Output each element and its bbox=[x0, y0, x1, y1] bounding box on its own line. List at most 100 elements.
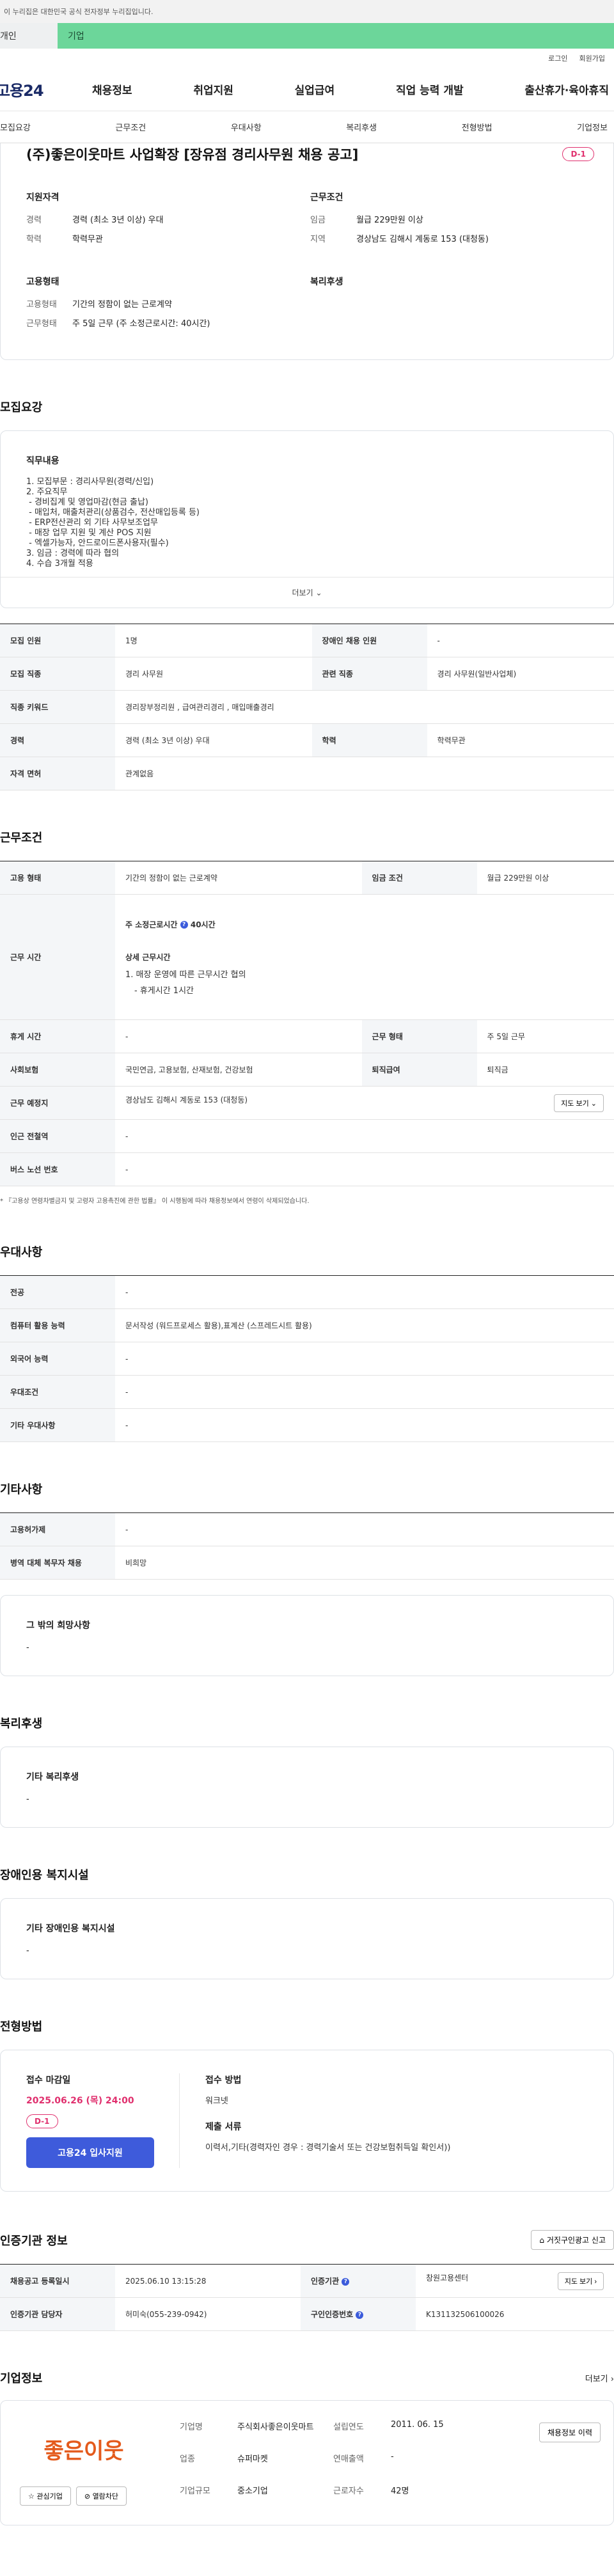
table-value: 2025.06.10 13:15:28 bbox=[115, 2264, 301, 2298]
subnav-work[interactable]: 근무조건 bbox=[115, 121, 146, 133]
question-icon[interactable]: ? bbox=[356, 2311, 364, 2319]
work-table: 고용 형태 기간의 정함이 없는 근로계약 임금 조건 월급 229만원 이상 … bbox=[0, 861, 614, 1186]
age-note: * 『고용상 연령차별금지 및 고령자 고용촉진에 관한 법률』 이 시행됨에 … bbox=[0, 1198, 310, 1205]
summary-value: 학력무관 bbox=[72, 235, 103, 244]
duty-line: 2. 주요직무 bbox=[26, 487, 68, 497]
pref-table: 전공 - 컴퓨터 활용 능력 문서작성 (워드프로세스 활용),표계산 (스프레드시… bbox=[0, 1275, 614, 1442]
question-icon[interactable]: ? bbox=[342, 2277, 350, 2286]
table-value: 경리 사무원 bbox=[115, 657, 312, 691]
company-label: 연매출액 bbox=[333, 2454, 364, 2464]
job-history-button[interactable]: 채용정보 이력 bbox=[539, 2423, 601, 2442]
table-row: 자격 면허 관계없음 bbox=[0, 757, 614, 790]
method-value: 워크넷 bbox=[205, 2096, 228, 2106]
cond-title: 근무조건 bbox=[310, 192, 343, 203]
tab-company[interactable]: 기업 bbox=[58, 23, 614, 49]
question-icon[interactable]: ? bbox=[180, 921, 188, 929]
table-value: 경력 (최소 3년 이상) 우대 bbox=[115, 723, 312, 757]
home-icon: ⌂ bbox=[539, 2236, 547, 2245]
table-row: 근무 시간 주 소정근로시간 ? 40시간 상세 근무시간 1. 매장 운영에 … bbox=[0, 894, 614, 1020]
more-button[interactable]: 더보기 ⌄ bbox=[1, 577, 613, 608]
table-value: - bbox=[115, 1152, 614, 1186]
table-label: 사회보험 bbox=[0, 1053, 115, 1087]
subnav-pref[interactable]: 우대사항 bbox=[231, 121, 262, 133]
tab-personal[interactable]: 개인 bbox=[0, 23, 58, 49]
deadline-title: 접수 마감일 bbox=[26, 2075, 71, 2085]
gnb-item-jobs[interactable]: 채용정보 bbox=[92, 81, 132, 97]
interest-label: 관심기업 bbox=[36, 2492, 63, 2501]
table-label: 구인인증번호 ? bbox=[300, 2297, 416, 2331]
place-cell: 경상남도 김해시 계동로 153 (대청동) 지도 보기 ⌄ bbox=[115, 1086, 614, 1120]
table-value: 경리 사무원(일반사업체) bbox=[427, 657, 614, 691]
company-value: - bbox=[391, 2452, 394, 2462]
table-label: 버스 노선 번호 bbox=[0, 1152, 115, 1186]
main-content: (주)좋은이웃마트 사업확장 [장유점 경리사무원 채용 공고] D-1 지원자… bbox=[0, 143, 614, 2525]
agency-label: 인증기관 bbox=[310, 2277, 340, 2286]
section-title-pref: 우대사항 bbox=[0, 1246, 43, 1259]
company-label: 업종 bbox=[180, 2454, 195, 2464]
subnav-company[interactable]: 기업정보 bbox=[577, 121, 608, 133]
subnav-recruit[interactable]: 모집요강 bbox=[0, 121, 31, 133]
table-label: 경력 bbox=[0, 723, 115, 757]
duty-line: 1. 모집부문 : 경리사무원(경력/신입) bbox=[26, 477, 154, 487]
table-label: 인근 전철역 bbox=[0, 1119, 115, 1153]
duty-box: 직무내용 1. 모집부문 : 경리사무원(경력/신입) 2. 주요직무 - 경비… bbox=[0, 430, 614, 608]
gnb-item-training[interactable]: 직업 능력 개발 bbox=[396, 81, 464, 97]
table-row: 근무 예정지 경상남도 김해시 계동로 153 (대청동) 지도 보기 ⌄ bbox=[0, 1086, 614, 1120]
table-value: - bbox=[115, 1275, 614, 1309]
table-label: 병역 대체 복무자 채용 bbox=[0, 1546, 115, 1580]
deadline-value: 2025.06.26 (목) 24:00 bbox=[26, 2096, 134, 2106]
subnav-process[interactable]: 전형방법 bbox=[462, 121, 492, 133]
chevron-down-icon: ⌄ bbox=[313, 588, 322, 597]
table-label: 채용공고 등록일시 bbox=[0, 2264, 115, 2298]
summary-label: 지역 bbox=[310, 235, 326, 244]
gnb-item-unemployment[interactable]: 실업급여 bbox=[295, 81, 335, 97]
wish-title: 그 밖의 희망사항 bbox=[26, 1621, 90, 1631]
gov-banner: 이 누리집은 대한민국 공식 전자정부 누리집입니다. bbox=[0, 0, 614, 23]
table-row: 모집 인원 1명 장애인 채용 인원 - bbox=[0, 624, 614, 657]
company-more-label: 더보기 bbox=[585, 2374, 608, 2384]
table-label: 휴게 시간 bbox=[0, 1019, 115, 1053]
company-info: 기업명 주식회사좋은이웃마트 설립연도 2011. 06. 15 업종 슈퍼마켓… bbox=[180, 2420, 539, 2506]
summary-label: 학력 bbox=[26, 235, 42, 244]
login-link[interactable]: 로그인 bbox=[548, 53, 567, 63]
table-value: 주 5일 근무 bbox=[476, 1019, 614, 1053]
table-label: 고용 형태 bbox=[0, 861, 115, 895]
company-box: 좋은이웃 ☆ 관심기업 ⊘ 열람차단 기업명 주식회사좋은이웃마트 설립연도 2… bbox=[0, 2400, 614, 2525]
user-tabs: 개인 기업 bbox=[0, 23, 614, 49]
table-row: 버스 노선 번호 - bbox=[0, 1152, 614, 1186]
interest-company-button[interactable]: ☆ 관심기업 bbox=[20, 2486, 71, 2506]
duty-line: - ERP전산관리 외 기타 사무보조업무 bbox=[26, 518, 158, 528]
apply-button[interactable]: 고용24 입사지원 bbox=[26, 2137, 154, 2168]
section-title-work: 근무조건 bbox=[0, 831, 43, 845]
block-company-button[interactable]: ⊘ 열람차단 bbox=[75, 2486, 127, 2506]
wish-box: 그 밖의 희망사항 - bbox=[0, 1595, 614, 1676]
site-logo[interactable]: 고용24 bbox=[0, 78, 92, 100]
top-links: 로그인 회원가입 bbox=[0, 49, 614, 68]
table-row: 외국어 능력 - bbox=[0, 1342, 614, 1376]
docs-title: 제출 서류 bbox=[205, 2122, 242, 2132]
report-button[interactable]: ⌂ 거짓구인광고 신고 bbox=[531, 2230, 614, 2250]
summary-value: 주 5일 근무 (주 소정근로시간: 40시간) bbox=[72, 319, 210, 329]
summary-value: 경상남도 김해시 계동로 153 (대청동) bbox=[356, 235, 489, 244]
welfare-box: 기타 복리후생 - bbox=[0, 1747, 614, 1828]
company-more-link[interactable]: 더보기 › bbox=[585, 2372, 614, 2384]
subnav-welfare[interactable]: 복리후생 bbox=[346, 121, 377, 133]
welfare-box-title: 기타 복리후생 bbox=[26, 1772, 79, 1782]
table-label: 근무 예정지 bbox=[0, 1086, 115, 1120]
table-value: 창원고용센터 bbox=[425, 2273, 469, 2282]
duty-line: - 매장 업무 지원 및 계산 POS 지원 bbox=[26, 528, 152, 538]
gnb-item-leave[interactable]: 출산휴가·육아휴직 bbox=[524, 81, 609, 97]
signup-link[interactable]: 회원가입 bbox=[579, 53, 605, 63]
page-title: (주)좋은이웃마트 사업확장 [장유점 경리사무원 채용 공고] bbox=[26, 147, 359, 162]
gnb-item-employment-support[interactable]: 취업지원 bbox=[193, 81, 233, 97]
table-value: - bbox=[115, 1512, 614, 1546]
method-title: 접수 방법 bbox=[205, 2075, 242, 2085]
agency-table: 채용공고 등록일시 2025.06.10 13:15:28 인증기관 ? 창원고… bbox=[0, 2264, 614, 2331]
table-row: 기타 우대사항 - bbox=[0, 1408, 614, 1442]
disabled-box: 기타 장애인용 복지시설 - bbox=[0, 1898, 614, 1979]
table-label: 학력 bbox=[311, 723, 427, 757]
table-row: 사회보험 국민연금, 고용보험, 산재보험, 건강보험 퇴직급여 퇴직금 bbox=[0, 1053, 614, 1087]
dday-badge: D-1 bbox=[562, 147, 594, 161]
agency-map-button[interactable]: 지도 보기 › bbox=[557, 2272, 604, 2290]
map-button[interactable]: 지도 보기 ⌄ bbox=[554, 1094, 604, 1112]
